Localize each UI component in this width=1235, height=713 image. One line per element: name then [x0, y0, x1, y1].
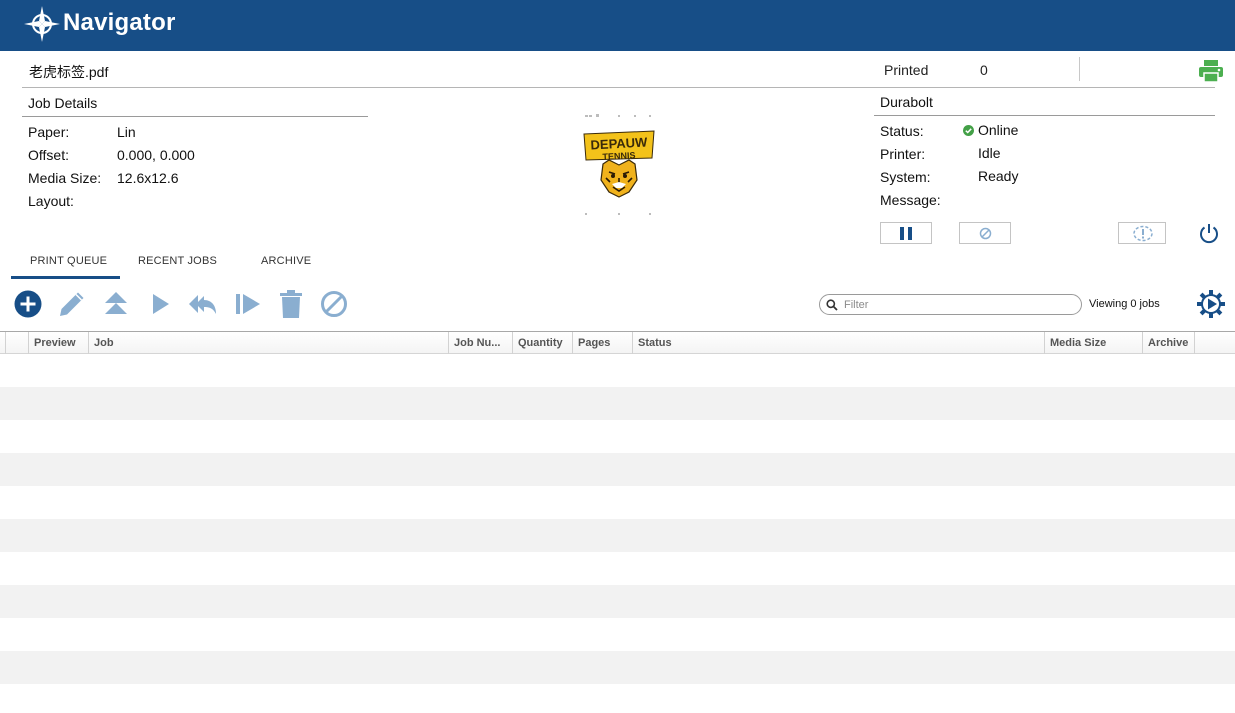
viewing-count: Viewing 0 jobs	[1089, 298, 1160, 310]
layout-label: Layout:	[28, 193, 74, 209]
tab-print-queue[interactable]: PRINT QUEUE	[30, 255, 107, 267]
file-bar: 老虎标签.pdf Printed 0	[0, 51, 1235, 88]
printer-state-value: Idle	[978, 145, 1001, 161]
column-header-quantity[interactable]: Quantity	[512, 332, 572, 354]
table-row	[0, 420, 1235, 453]
preview-line-1: DEPAUW	[590, 134, 648, 152]
system-label: System:	[880, 169, 931, 185]
table-row	[0, 552, 1235, 585]
paper-value: Lin	[117, 124, 136, 140]
job-table-header: Preview Job Job Nu... Quantity Pages Sta…	[0, 331, 1235, 354]
filter-input[interactable]	[844, 296, 1074, 313]
cancel-print-button[interactable]	[959, 222, 1011, 244]
printer-icon[interactable]	[1198, 59, 1224, 83]
job-table-body	[0, 354, 1235, 713]
tab-recent-jobs[interactable]: RECENT JOBS	[138, 255, 217, 267]
compass-logo-icon	[24, 6, 60, 42]
paper-label: Paper:	[28, 124, 70, 140]
table-row	[0, 519, 1235, 552]
divider	[22, 87, 1215, 88]
move-top-icon[interactable]	[101, 289, 131, 319]
divider	[22, 116, 368, 117]
printed-count: 0	[980, 62, 988, 78]
offset-label: Offset:	[28, 147, 69, 163]
printed-label: Printed	[884, 62, 929, 78]
column-header-extra[interactable]	[1194, 332, 1235, 354]
status-label: Status:	[880, 123, 924, 139]
offset-value: 0.000, 0.000	[117, 147, 195, 163]
online-check-icon	[963, 125, 974, 136]
job-details-title: Job Details	[28, 95, 98, 111]
table-row	[0, 354, 1235, 387]
column-header-job[interactable]: Job	[88, 332, 448, 354]
reply-all-icon[interactable]	[188, 289, 218, 319]
printer-name: Durabolt	[880, 94, 933, 110]
play-icon[interactable]	[145, 289, 175, 319]
tab-archive[interactable]: ARCHIVE	[261, 255, 311, 267]
trash-icon[interactable]	[276, 289, 306, 319]
cancel-job-icon[interactable]	[319, 289, 349, 319]
app-header: Navigator	[0, 0, 1235, 51]
divider	[1079, 57, 1080, 81]
filter-field	[819, 294, 1082, 315]
app-title: Navigator	[63, 9, 176, 36]
search-icon	[826, 299, 838, 311]
column-header-pages[interactable]: Pages	[572, 332, 632, 354]
cancel-icon	[979, 227, 992, 240]
preview-line-2: TENNIS	[602, 150, 635, 162]
column-header-select[interactable]	[5, 332, 28, 354]
printer-state-label: Printer:	[880, 146, 926, 162]
table-row	[0, 618, 1235, 651]
table-row	[0, 684, 1235, 713]
divider	[874, 115, 1215, 116]
active-tab-indicator	[11, 276, 120, 279]
media-size-label: Media Size:	[28, 170, 102, 186]
alert-button[interactable]	[1118, 222, 1166, 244]
step-forward-icon[interactable]	[233, 289, 263, 319]
table-row	[0, 387, 1235, 420]
table-row	[0, 453, 1235, 486]
pause-icon	[900, 227, 912, 240]
edit-icon[interactable]	[57, 289, 87, 319]
table-row	[0, 651, 1235, 684]
power-icon[interactable]	[1198, 222, 1220, 244]
alert-icon	[1133, 225, 1153, 242]
file-name: 老虎标签.pdf	[29, 64, 109, 80]
media-size-value: 12.6x12.6	[117, 170, 179, 186]
column-header-preview[interactable]: Preview	[28, 332, 88, 354]
column-header-media-size[interactable]: Media Size	[1044, 332, 1142, 354]
add-icon[interactable]	[13, 289, 43, 319]
system-value: Ready	[978, 168, 1019, 184]
status-value: Online	[978, 122, 1019, 138]
table-row	[0, 486, 1235, 519]
table-row	[0, 585, 1235, 618]
settings-gear-icon[interactable]	[1196, 289, 1226, 319]
column-header-archive[interactable]: Archive	[1142, 332, 1194, 354]
column-header-status[interactable]: Status	[632, 332, 1044, 354]
message-label: Message:	[880, 192, 941, 208]
job-preview-image: DEPAUW TENNIS	[583, 114, 655, 215]
column-header-job-number[interactable]: Job Nu...	[448, 332, 512, 354]
pause-button[interactable]	[880, 222, 932, 244]
